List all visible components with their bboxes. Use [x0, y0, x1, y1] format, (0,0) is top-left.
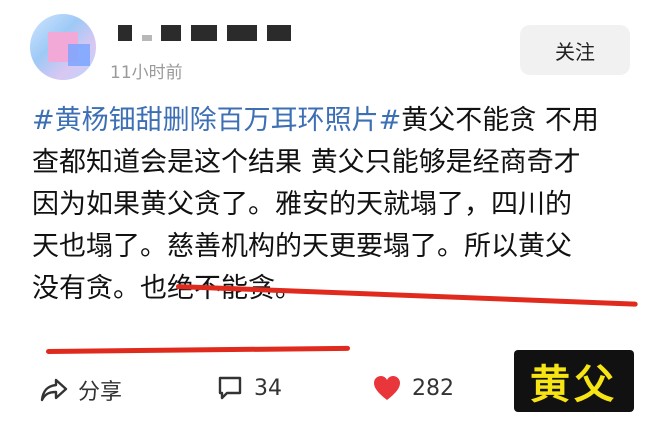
topic-hashtag-link[interactable]: #黄杨钿甜删除百万耳环照片#: [32, 105, 401, 136]
post-time: 11小时前: [110, 63, 183, 83]
avatar-mosaic-2: [68, 44, 90, 66]
heart-icon: [372, 374, 402, 402]
redaction-block: [191, 25, 218, 41]
redaction-block: [266, 25, 291, 41]
redaction-block: [141, 35, 152, 41]
redaction-block: [118, 25, 132, 41]
underline-mark: [45, 345, 351, 354]
username-redacted[interactable]: [118, 22, 298, 46]
like-count: 282: [412, 375, 454, 401]
post-line: #黄杨钿甜删除百万耳环照片#黄父不能贪 不用: [32, 100, 642, 142]
comment-button[interactable]: 34: [216, 374, 282, 402]
post-body: #黄杨钿甜删除百万耳环照片#黄父不能贪 不用 查都知道会是这个结果 黄父只能够是…: [32, 100, 642, 310]
post-line-text: 黄父不能贪 不用: [401, 105, 599, 136]
share-icon: [40, 377, 68, 403]
like-button[interactable]: 282: [372, 374, 454, 402]
follow-button[interactable]: 关注: [520, 25, 630, 75]
share-label: 分享: [78, 380, 123, 405]
comment-count: 34: [254, 375, 282, 401]
redaction-block: [226, 25, 257, 41]
title-overlay-badge: 黄父: [514, 350, 634, 412]
post-line: 因为如果黄父贪了。雅安的天就塌了，四川的: [32, 189, 572, 220]
post-line: 没有贪。也绝不能贪。: [32, 273, 302, 304]
avatar[interactable]: [30, 14, 96, 80]
share-button[interactable]: 分享: [40, 374, 122, 406]
post-line: 天也塌了。慈善机构的天更要塌了。所以黄父: [32, 231, 572, 262]
comment-icon: [216, 374, 244, 402]
post-line: 查都知道会是这个结果 黄父只能够是经商奇才: [32, 147, 581, 178]
redaction-block: [161, 25, 182, 41]
